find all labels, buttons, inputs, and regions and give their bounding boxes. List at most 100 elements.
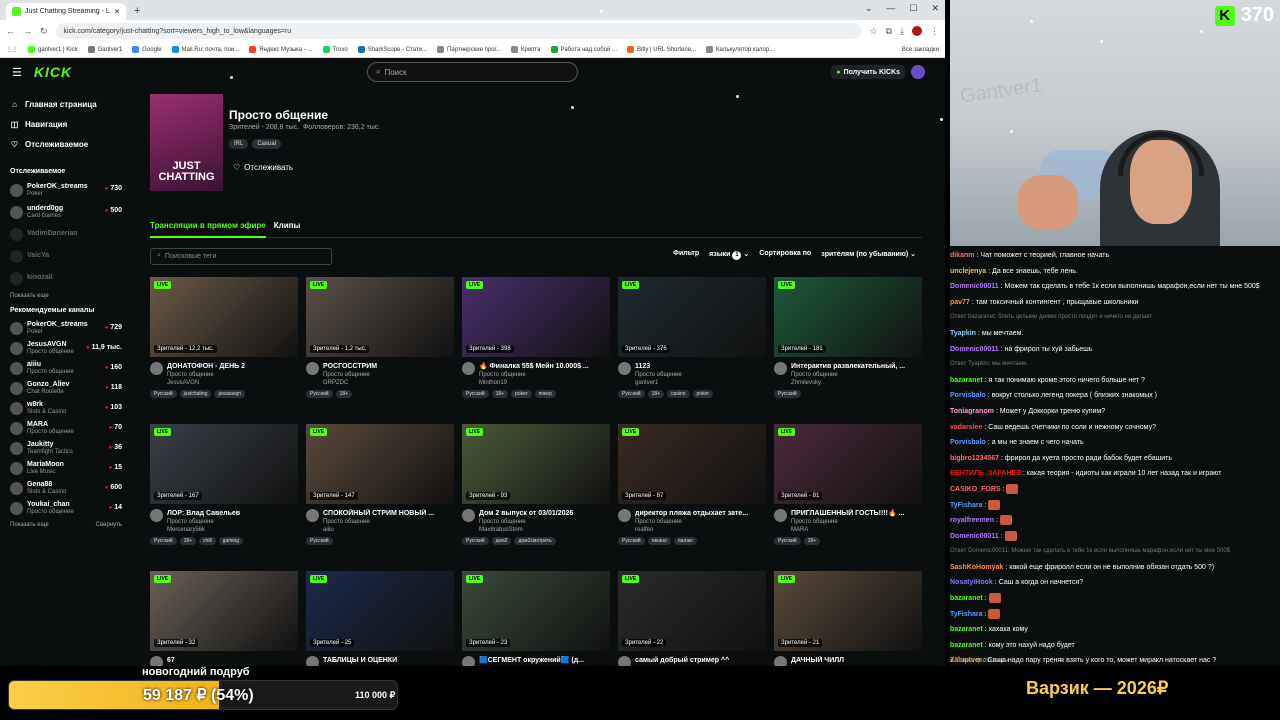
tag[interactable]: палаю <box>673 537 697 545</box>
recommended-channel[interactable]: Youkai_chanПросто общение 14 <box>10 498 128 518</box>
streamer-name[interactable]: Mercenary56k <box>167 526 295 534</box>
streamer-name[interactable]: realfeo <box>635 526 763 534</box>
tab-clips[interactable]: Клипы <box>274 221 301 230</box>
stream-card[interactable]: LIVE Зрителей - 167 ЛОР: Влад Савельев Прос… <box>150 424 298 569</box>
stream-thumbnail[interactable]: LIVE Зрителей - 181 <box>774 277 922 357</box>
chat-username[interactable]: bazaranet <box>950 595 983 602</box>
avatar[interactable] <box>774 362 787 375</box>
following-channel[interactable]: PokerOK_streamsPoker 730 <box>10 179 128 201</box>
avatar[interactable] <box>462 509 475 522</box>
bookmark[interactable]: Яндекс Музыка - ... <box>249 46 313 53</box>
avatar[interactable] <box>150 509 163 522</box>
streamer-name[interactable]: Zhmilevsky <box>791 379 919 387</box>
tag[interactable]: покер <box>534 390 556 398</box>
stream-card[interactable]: LIVE Зрителей - 81 ПРИГЛАШЕННЫЙ ГОСТЬ!!!!🔥… <box>774 424 922 569</box>
stream-thumbnail[interactable]: LIVE Зрителей - 1,2 тыс. <box>306 277 454 357</box>
recommended-channel[interactable]: MariaMoonLive Music 15 <box>10 458 128 478</box>
avatar[interactable] <box>150 362 163 375</box>
recommended-channel[interactable]: PokerOK_streamsPoker 729 <box>10 318 128 338</box>
avatar[interactable] <box>618 656 631 666</box>
avatar[interactable] <box>462 656 475 666</box>
stream-title[interactable]: ТАБЛИЦЫ И ОЦЕНКИ <box>323 656 451 665</box>
stream-category[interactable]: Просто общение <box>791 518 919 526</box>
chat-username[interactable]: TyFishara <box>950 611 983 618</box>
stream-thumbnail[interactable]: LIVE Зрителей - 25 <box>306 571 454 651</box>
tag[interactable]: 18+ <box>491 390 509 398</box>
streamer-name[interactable]: aiiiu <box>323 526 451 534</box>
stream-thumbnail[interactable]: LIVE Зрителей - 398 <box>462 277 610 357</box>
follow-button[interactable]: ♡ Отслеживать <box>229 161 380 174</box>
stream-card[interactable]: LIVE Зрителей - 12,2 тыс. ДОНАТОФОН - ДЕНЬ… <box>150 277 298 422</box>
streamer-name[interactable]: GRPZDC <box>323 379 451 387</box>
tag[interactable]: Casual <box>252 139 282 149</box>
stream-title[interactable]: 🔥 Финалка 55$ Мейн 10.000$ ... <box>479 362 607 371</box>
avatar[interactable] <box>150 656 163 666</box>
streamer-name[interactable]: Minthon19 <box>479 379 607 387</box>
stream-category[interactable]: Просто общение <box>479 518 607 526</box>
chat-username[interactable]: bazaranet <box>950 377 983 384</box>
chat-username[interactable]: unclejenya <box>950 268 986 275</box>
tag[interactable]: Русский <box>306 390 333 398</box>
stream-category[interactable]: Просто общение <box>635 371 763 379</box>
chat-username[interactable]: Domenic00011 <box>950 533 999 540</box>
stream-card[interactable]: LIVE Зрителей - 147 СПОКОЙНЫЙ СТРИМ НОВЫЙ … <box>306 424 454 569</box>
chat-username[interactable]: vadarsiee <box>950 424 982 431</box>
avatar[interactable] <box>306 656 319 666</box>
bookmark[interactable]: SharkScope - Стати... <box>357 46 427 53</box>
tag[interactable]: 18+ <box>179 537 197 545</box>
close-tab-icon[interactable]: ✕ <box>114 8 120 16</box>
browser-tab[interactable]: Just Chatting Streaming - Live ✕ <box>6 3 126 20</box>
avatar[interactable] <box>774 509 787 522</box>
recommended-channel[interactable]: Gonzo_AlievChat Roulette 118 <box>10 378 128 398</box>
stream-thumbnail[interactable]: LIVE Зрителей - 93 <box>462 424 610 504</box>
chat-username[interactable]: Domenic00011 <box>950 346 999 353</box>
tag[interactable]: Русский <box>774 537 801 545</box>
stream-title[interactable]: ПРИГЛАШЕННЫЙ ГОСТЬ!!!!🔥 ... <box>791 509 919 518</box>
stream-title[interactable]: Интерактив развлекательный, ... <box>791 362 919 371</box>
star-icon[interactable]: ☆ <box>870 26 878 37</box>
stream-thumbnail[interactable]: LIVE Зрителей - 376 <box>618 277 766 357</box>
recommended-channel[interactable]: MARAПросто общение 70 <box>10 418 128 438</box>
bookmark[interactable]: Gantver1 <box>87 46 122 53</box>
collapse-button[interactable]: Свернуть <box>96 522 122 528</box>
following-channel[interactable]: VadimDanerian <box>10 223 128 245</box>
chat-username[interactable]: CASIKO_FORS <box>950 486 1001 493</box>
stream-title[interactable]: 1123 <box>635 362 763 371</box>
stream-card[interactable]: LIVE Зрителей - 21 ДАЧНЫЙ ЧИЛЛ <box>774 571 922 666</box>
tag[interactable]: 18+ <box>335 390 353 398</box>
avatar[interactable] <box>462 362 475 375</box>
new-tab-button[interactable]: + <box>134 3 140 20</box>
bookmark[interactable]: Партнерские прог... <box>437 46 501 53</box>
stream-title[interactable]: ДАЧНЫЙ ЧИЛЛ <box>791 656 919 665</box>
stream-thumbnail[interactable]: LIVE Зрителей - 147 <box>306 424 454 504</box>
stream-thumbnail[interactable]: LIVE Зрителей - 23 <box>462 571 610 651</box>
recommended-channel[interactable]: Gena88Slots & Casino 600 <box>10 478 128 498</box>
streamer-name[interactable]: MARA <box>791 526 919 534</box>
recommended-channel[interactable]: JesusAVGNПросто общение 11,9 тыс. <box>10 338 128 358</box>
tag[interactable]: Русский <box>306 537 333 545</box>
stream-title[interactable]: директор пляжа отдыхает зате... <box>635 509 763 518</box>
stream-title[interactable]: СПОКОЙНЫЙ СТРИМ НОВЫЙ ... <box>323 509 451 518</box>
stream-title[interactable]: 🟦СЕГМЕНТ окружений🟦 (д... <box>479 656 607 665</box>
tag[interactable]: Русский <box>618 537 645 545</box>
chat-username[interactable]: bazaranet <box>950 626 983 633</box>
stream-thumbnail[interactable]: LIVE Зрителей - 22 <box>618 571 766 651</box>
avatar[interactable] <box>306 362 319 375</box>
stream-card[interactable]: LIVE Зрителей - 22 самый добрый стример ^^ <box>618 571 766 666</box>
tag[interactable]: Русский <box>150 390 177 398</box>
chat-username[interactable]: Porvisbalo <box>950 392 986 399</box>
following-channel[interactable]: kinozall <box>10 267 128 289</box>
chat-username[interactable]: bigbro1234567 <box>950 455 999 462</box>
avatar[interactable] <box>774 656 787 666</box>
back-icon[interactable]: ← <box>6 26 15 36</box>
tag[interactable]: gaming <box>218 537 244 545</box>
stream-card[interactable]: LIVE Зрителей - 398 🔥 Финалка 55$ Мейн 10.… <box>462 277 610 422</box>
following-channel[interactable]: VaicYa <box>10 245 128 267</box>
tag[interactable]: дом2 <box>491 537 512 545</box>
stream-card[interactable]: LIVE Зрителей - 1,2 тыс. РОСГОССТРИМ Просто… <box>306 277 454 422</box>
bookmark[interactable]: Работа над собой ... <box>550 46 617 53</box>
stream-card[interactable]: LIVE Зрителей - 32 67 <box>150 571 298 666</box>
show-more-following[interactable]: Показать еще <box>10 293 128 299</box>
tag[interactable]: casino <box>667 390 690 398</box>
stream-title[interactable]: РОСГОССТРИМ <box>323 362 451 371</box>
